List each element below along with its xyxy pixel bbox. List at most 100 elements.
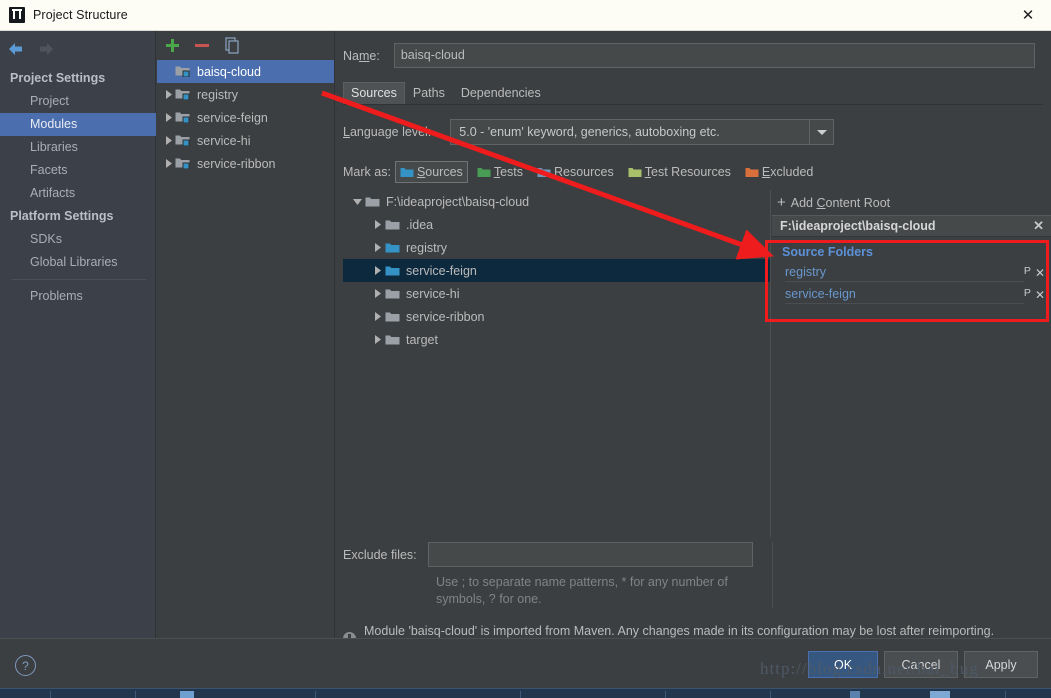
tree-row-label: service-feign <box>406 263 477 278</box>
tree-row[interactable]: F:\ideaproject\baisq-cloud <box>343 190 770 213</box>
chevron-right-icon[interactable] <box>161 134 175 148</box>
tree-row[interactable]: .idea <box>343 213 770 236</box>
mark-as-label: Mark as: <box>343 165 391 179</box>
mark-as-resources-button[interactable]: Resources <box>532 161 619 183</box>
chevron-right-icon[interactable] <box>369 240 385 256</box>
mark-as-label: Sources <box>416 165 463 179</box>
tree-row-label: service-ribbon <box>406 309 485 324</box>
source-folder-icon <box>385 264 400 277</box>
language-level-value: 5.0 - 'enum' keyword, generics, autoboxi… <box>459 125 720 139</box>
chevron-right-icon[interactable] <box>369 286 385 302</box>
folder-icon <box>385 310 400 323</box>
content-root-tree: F:\ideaproject\baisq-cloud .idea registry s… <box>343 190 771 537</box>
mark-as-test-resources-button[interactable]: Test Resources <box>623 161 736 183</box>
chevron-right-icon[interactable] <box>161 111 175 125</box>
mark-as-excluded-button[interactable]: Excluded <box>740 161 818 183</box>
sidebar-item-libraries[interactable]: Libraries <box>0 136 156 159</box>
help-icon[interactable]: ? <box>15 655 36 676</box>
tree-row-label: .idea <box>406 217 434 232</box>
sidebar-item-project[interactable]: Project <box>0 90 156 113</box>
mark-as-label: Excluded <box>761 165 814 179</box>
module-list-item[interactable]: registry <box>157 83 334 106</box>
chevron-right-icon[interactable] <box>369 263 385 279</box>
module-list-item-label: service-hi <box>197 133 251 148</box>
module-folder-icon <box>175 64 191 80</box>
mark-as-label: Test Resources <box>644 165 731 179</box>
tab-dependencies[interactable]: Dependencies <box>453 82 549 104</box>
folder-icon <box>385 218 400 231</box>
module-list-item[interactable]: service-ribbon <box>157 152 334 175</box>
mark-as-options: Sources Tests Resources Test Resources Exclu… <box>391 161 818 183</box>
chevron-down-icon[interactable] <box>349 194 365 210</box>
language-level-label: Language level: <box>343 125 432 139</box>
folder-icon <box>400 166 414 179</box>
plus-icon[interactable] <box>163 36 181 54</box>
sidebar-item-global-libraries[interactable]: Global Libraries <box>0 251 156 274</box>
chevron-down-icon[interactable] <box>809 120 833 144</box>
module-list-item[interactable]: service-feign <box>157 106 334 129</box>
sidebar-divider <box>12 279 146 280</box>
sidebar-item-sdks[interactable]: SDKs <box>0 228 156 251</box>
folder-icon <box>745 166 759 179</box>
folder-icon <box>477 166 491 179</box>
divider <box>772 542 773 608</box>
tab-sources[interactable]: Sources <box>343 82 405 104</box>
mark-as-sources-button[interactable]: Sources <box>394 161 468 183</box>
minus-icon[interactable] <box>193 36 211 54</box>
tree-row-label: service-hi <box>406 286 460 301</box>
mark-as-row: Mark as: Sources Tests Resources Test Resou… <box>343 161 818 183</box>
close-icon[interactable]: ✕ <box>1005 0 1051 30</box>
module-list-item[interactable]: service-hi <box>157 129 334 152</box>
tree-row-label: target <box>406 332 438 347</box>
tree-row[interactable]: service-ribbon <box>343 305 770 328</box>
module-name-input[interactable]: baisq-cloud <box>393 43 1035 68</box>
tree-row[interactable]: service-hi <box>343 282 770 305</box>
tree-row[interactable]: target <box>343 328 770 351</box>
module-folder-icon <box>175 133 191 149</box>
sidebar-item-artifacts[interactable]: Artifacts <box>0 182 156 205</box>
folder-icon <box>365 195 380 208</box>
chevron-right-icon[interactable] <box>161 157 175 171</box>
folder-icon <box>537 166 551 179</box>
watermark: http://blog.csdn.net/bai_bug <box>760 659 979 678</box>
sidebar-item-facets[interactable]: Facets <box>0 159 156 182</box>
tree-row[interactable]: service-feign <box>343 259 770 282</box>
forward-arrow-icon <box>36 39 56 59</box>
close-icon[interactable]: ✕ <box>1033 218 1044 234</box>
chevron-right-icon[interactable] <box>369 217 385 233</box>
sidebar-item-modules[interactable]: Modules <box>0 113 156 136</box>
name-row: Name: baisq-cloud <box>343 43 1035 68</box>
module-editor: Name: baisq-cloud Sources Paths Dependenci… <box>336 31 1051 645</box>
mark-as-tests-button[interactable]: Tests <box>472 161 528 183</box>
copy-icon[interactable] <box>223 36 241 54</box>
tab-paths[interactable]: Paths <box>405 82 453 104</box>
module-list: baisq-cloud registry service-feign service-… <box>157 58 334 175</box>
project-structure-dialog: Project Structure ✕ Project Settings Proj… <box>0 0 1051 698</box>
title-bar: Project Structure ✕ <box>0 0 1051 31</box>
folder-icon <box>385 333 400 346</box>
module-list-item[interactable]: baisq-cloud <box>157 60 334 83</box>
exclude-files-label: Exclude files: <box>343 547 417 562</box>
content-root-path: F:\ideaproject\baisq-cloud <box>780 219 936 233</box>
sidebar-item-problems[interactable]: Problems <box>0 285 156 308</box>
content-root-header: F:\ideaproject\baisq-cloud ✕ <box>772 215 1051 237</box>
name-label: Name: <box>343 48 380 63</box>
tree-row[interactable]: registry <box>343 236 770 259</box>
tree-row-label: registry <box>406 240 447 255</box>
module-folder-icon <box>175 156 191 172</box>
sidebar-navigation <box>0 35 156 63</box>
module-list-item-label: service-feign <box>197 110 268 125</box>
chevron-right-icon[interactable] <box>369 309 385 325</box>
module-tabs: Sources Paths Dependencies <box>343 81 1043 105</box>
chevron-right-icon[interactable] <box>369 332 385 348</box>
exclude-files-row: Exclude files: <box>343 542 753 567</box>
back-arrow-icon[interactable] <box>6 39 26 59</box>
tree-row-label: F:\ideaproject\baisq-cloud <box>386 194 530 209</box>
exclude-files-input[interactable] <box>427 542 753 567</box>
add-content-root-label: Add Content Root <box>790 195 891 210</box>
module-list-item-label: baisq-cloud <box>197 64 261 79</box>
chevron-right-icon[interactable] <box>161 88 175 102</box>
language-level-select[interactable]: 5.0 - 'enum' keyword, generics, autoboxi… <box>450 119 835 145</box>
add-content-root-button[interactable]: + Add Content Root <box>772 190 1051 215</box>
